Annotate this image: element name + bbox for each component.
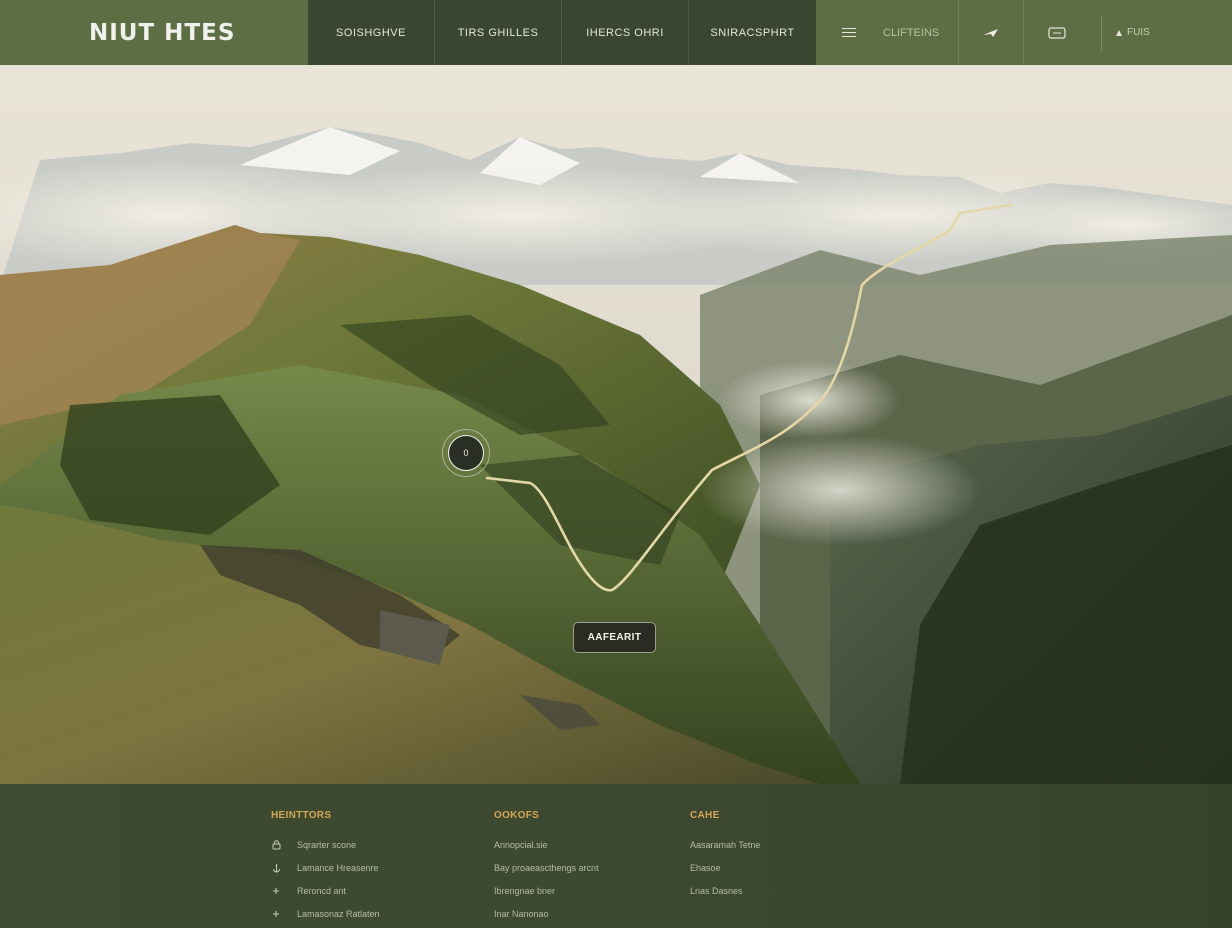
footer-link[interactable]: Inar Nanonao — [494, 902, 599, 925]
menu-button[interactable]: CLIFTEINS — [816, 0, 959, 65]
caret-up-icon — [1116, 29, 1122, 36]
main-nav: SOISHGHVE TIRS GHILLES IHERCS OHRI SNIRA… — [308, 0, 816, 65]
footer-link-label: Aasaramah Tetne — [690, 839, 761, 850]
footer-link[interactable]: Ibrengnae bner — [494, 879, 599, 902]
footer: HEINTTORS Sqrarter scone Lamance Hreasen… — [0, 784, 1232, 928]
hamburger-icon — [842, 27, 856, 38]
site-logo-title[interactable]: NIUT HTES — [0, 0, 308, 65]
header-divider — [1100, 14, 1102, 51]
footer-column-heading: CAHE — [690, 810, 720, 821]
nav-tab-4[interactable]: SNIRACSPHRT — [689, 0, 816, 65]
footer-column-heading: HEINTTORS — [271, 810, 332, 821]
footer-link-label: Lamance Hreasenre — [297, 862, 379, 873]
footer-link-label: Ehasoe — [690, 862, 721, 873]
footer-link[interactable]: Aasaramah Tetne — [690, 833, 760, 856]
footer-link-label: Bay proaeascthengs arcnt — [494, 862, 599, 873]
mountain-landscape-image — [0, 65, 1232, 784]
trail-start-marker[interactable]: 0 — [442, 429, 490, 477]
header-tools: CLIFTEINS FUIS — [816, 0, 1150, 65]
footer-link-label: Lamasonaz Ratlaten — [297, 908, 380, 919]
footer-link[interactable]: Lamance Hreasenre — [271, 856, 380, 879]
footer-link[interactable]: Bay proaeascthengs arcnt — [494, 856, 599, 879]
footer-link-label: Reroncd ant — [297, 885, 347, 896]
language-selector[interactable]: FUIS — [1115, 27, 1150, 38]
footer-column-2: OOKOFS Annopcial.sie Bay proaeascthengs … — [494, 810, 599, 925]
footer-link[interactable]: Ehasoe — [690, 856, 760, 879]
message-icon — [1047, 26, 1066, 39]
footer-link[interactable]: Reroncd ant — [271, 879, 380, 902]
location-button[interactable] — [959, 0, 1024, 65]
anchor-icon — [271, 863, 281, 873]
footer-column-heading: OOKOFS — [494, 810, 540, 821]
hero-cta-button[interactable]: AAFEARIT — [573, 622, 656, 653]
nav-tab-3[interactable]: IHERCS OHRI — [562, 0, 689, 65]
navigation-arrow-icon — [983, 28, 998, 37]
plus-icon — [271, 886, 281, 896]
tool-divider-slot — [1089, 0, 1113, 65]
footer-column-1: HEINTTORS Sqrarter scone Lamance Hreasen… — [271, 810, 380, 925]
footer-link[interactable]: Annopcial.sie — [494, 833, 599, 856]
hero-landscape: 0 AAFEARIT — [0, 65, 1232, 784]
nav-tab-1[interactable]: SOISHGHVE — [308, 0, 435, 65]
footer-link[interactable]: Lamasonaz Ratlaten — [271, 902, 380, 925]
nav-tab-2[interactable]: TIRS GHILLES — [435, 0, 562, 65]
footer-link-label: Inar Nanonao — [494, 908, 549, 919]
menu-button-label: CLIFTEINS — [883, 26, 940, 39]
lock-icon — [271, 839, 281, 850]
footer-link-label: Annopcial.sie — [494, 839, 548, 850]
footer-link-label: Ibrengnae bner — [494, 885, 556, 896]
marker-badge: 0 — [448, 435, 484, 471]
chat-button[interactable] — [1024, 0, 1089, 65]
footer-link-label: Sqrarter scone — [297, 839, 357, 850]
footer-link-label: Lnas Dasnes — [690, 885, 743, 896]
plus-icon — [271, 909, 281, 919]
footer-link[interactable]: Lnas Dasnes — [690, 879, 760, 902]
top-navigation-bar: NIUT HTES SOISHGHVE TIRS GHILLES IHERCS … — [0, 0, 1232, 65]
footer-column-3: CAHE Aasaramah Tetne Ehasoe Lnas Dasnes — [690, 810, 760, 902]
footer-link[interactable]: Sqrarter scone — [271, 833, 380, 856]
language-label: FUIS — [1127, 27, 1150, 38]
